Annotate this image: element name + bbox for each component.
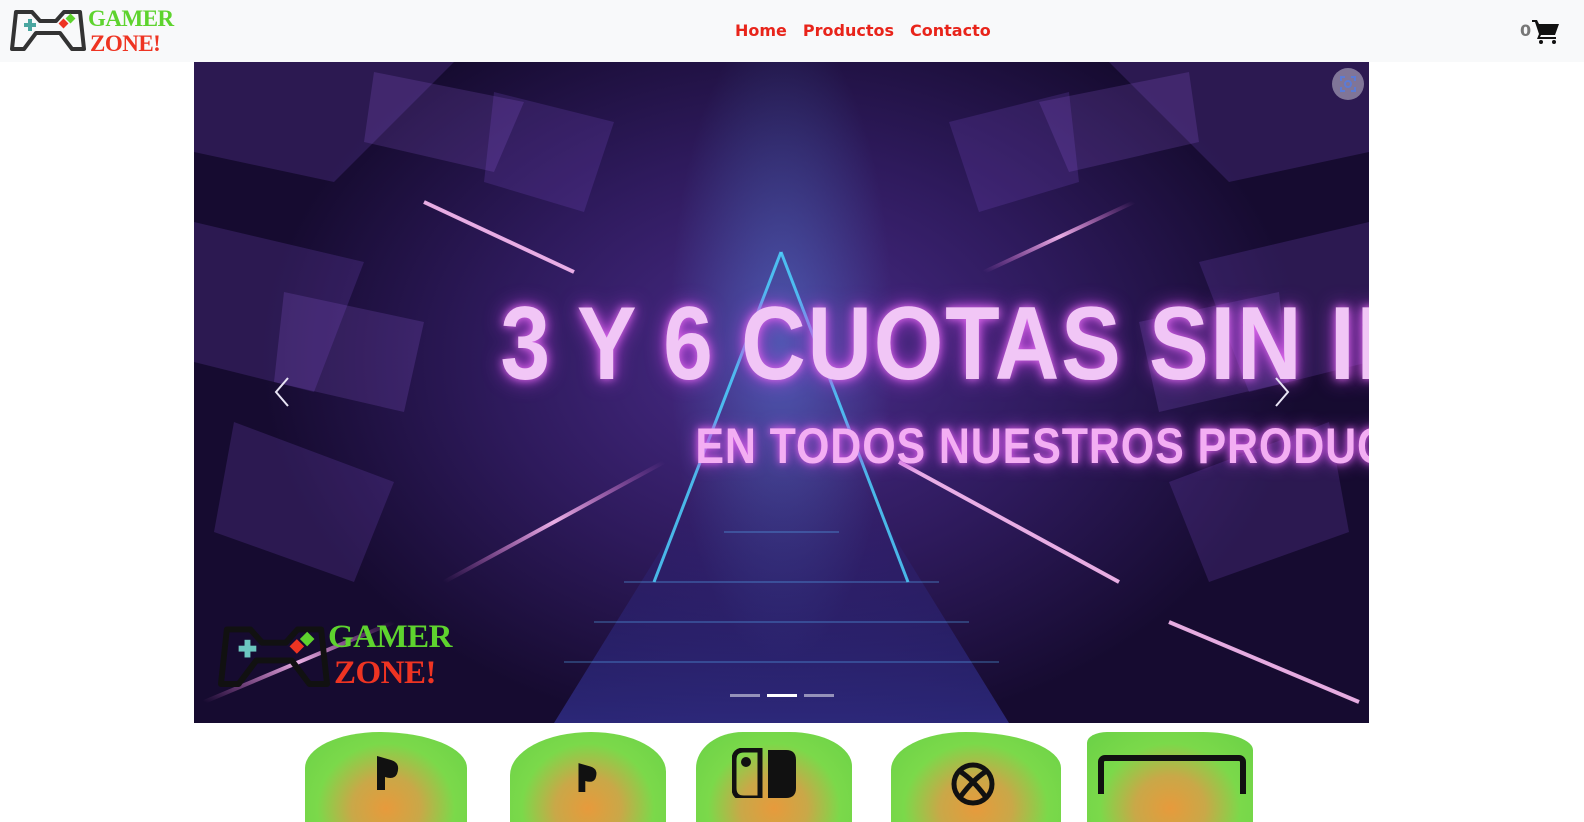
nav-link-productos[interactable]: Productos [803,19,894,43]
brand-logo[interactable]: GAMER ZONE! [10,5,174,57]
expand-icon [1340,76,1356,92]
nav-link-home[interactable]: Home [735,19,787,43]
playstation-icon [578,763,597,792]
carousel-prev-button[interactable] [268,374,298,410]
brand-word-gamer: GAMER [88,6,174,31]
pc-monitor-icon [1098,755,1246,794]
chevron-left-icon [274,377,289,407]
gamepad-logo-icon [10,10,86,51]
promo-carousel: 3 Y 6 CUOTAS SIN INTERES EN TODOS NUESTR… [194,62,1369,723]
expand-button[interactable] [1332,68,1364,100]
category-playstation[interactable] [305,732,467,822]
carousel-indicators [730,694,834,697]
navbar: GAMER ZONE! Home Productos Contacto 0 [0,0,1584,62]
category-xbox[interactable] [891,732,1061,822]
carousel-indicator[interactable] [804,694,834,697]
cart-button[interactable]: 0 [1520,18,1560,44]
category-playstation-2[interactable] [510,732,666,822]
category-row [0,728,1584,822]
promo-subline: EN TODOS NUESTROS PRODUCTOS! [695,418,1369,474]
carousel-next-button[interactable] [1266,374,1296,410]
playstation-icon [377,756,399,790]
nav-link-contacto[interactable]: Contacto [910,19,991,43]
carousel-indicator[interactable] [730,694,760,697]
xbox-icon [951,762,995,806]
category-pc[interactable] [1087,732,1253,822]
cart-count: 0 [1520,21,1532,40]
nintendo-switch-icon [732,748,796,798]
slide-brand-word-gamer: GAMER [328,619,453,655]
promo-headline: 3 Y 6 CUOTAS SIN INTERES [500,286,1369,402]
main-nav: Home Productos Contacto [735,19,991,43]
category-nintendo-switch[interactable] [696,732,852,822]
slide-brand-word-zone: ZONE! [334,655,437,691]
cart-icon [1532,20,1560,44]
gamepad-logo-icon [218,626,330,687]
brand-word-zone: ZONE! [90,31,161,56]
chevron-right-icon [1275,377,1290,407]
slide-brand-logo: GAMER ZONE! [218,620,458,694]
carousel-indicator-active[interactable] [767,694,797,697]
